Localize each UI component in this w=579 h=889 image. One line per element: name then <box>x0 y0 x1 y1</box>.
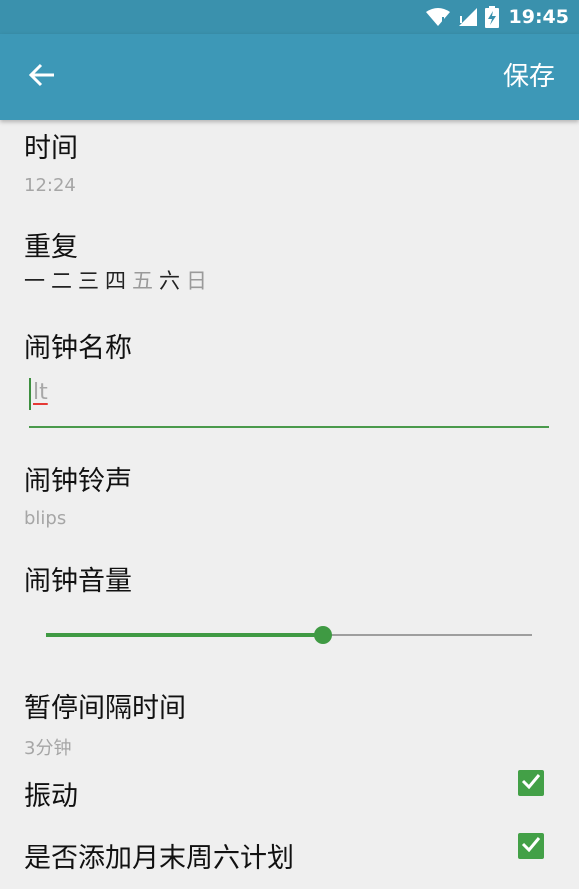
weekday-sat[interactable]: 六 <box>159 265 182 295</box>
slider-thumb[interactable] <box>314 626 333 644</box>
month-end-saturday-checkbox[interactable] <box>518 833 544 859</box>
volume-setting-title: 闹钟音量 <box>24 566 132 597</box>
vibrate-checkbox[interactable] <box>518 770 544 796</box>
text-caret <box>29 378 31 410</box>
time-setting-value[interactable]: 12:24 <box>24 175 76 196</box>
weekday-selector: 一 二 三 四 五 六 日 <box>24 265 209 295</box>
alarm-name-input[interactable]: lt <box>29 376 549 428</box>
volume-slider[interactable] <box>46 620 532 650</box>
checkmark-icon <box>521 836 541 856</box>
signal-icon <box>457 7 479 27</box>
ringtone-setting-value[interactable]: blips <box>24 508 66 529</box>
back-button[interactable] <box>22 57 62 97</box>
weekday-mon[interactable]: 一 <box>24 265 47 295</box>
save-button[interactable]: 保存 <box>503 56 555 93</box>
wifi-icon <box>425 7 451 27</box>
snooze-setting-title[interactable]: 暂停间隔时间 <box>24 686 186 725</box>
app-bar: 保存 <box>0 34 579 120</box>
time-setting-title[interactable]: 时间 <box>24 126 78 165</box>
checkmark-icon <box>521 773 541 793</box>
status-icons: 19:45 <box>425 0 569 34</box>
battery-charging-icon <box>484 6 499 28</box>
weekday-tue[interactable]: 二 <box>51 265 74 295</box>
alarm-name-title: 闹钟名称 <box>24 333 132 364</box>
weekday-sun[interactable]: 日 <box>186 265 209 295</box>
slider-fill <box>46 633 324 637</box>
status-time: 19:45 <box>508 6 569 28</box>
status-bar: 19:45 <box>0 0 579 34</box>
alarm-name-value: lt <box>33 380 48 405</box>
weekday-thu[interactable]: 四 <box>105 265 128 295</box>
month-end-saturday-title: 是否添加月末周六计划 <box>24 843 294 874</box>
weekday-wed[interactable]: 三 <box>78 265 101 295</box>
snooze-setting-value[interactable]: 3分钟 <box>24 734 71 760</box>
ringtone-setting-title[interactable]: 闹钟铃声 <box>24 459 132 498</box>
weekday-fri[interactable]: 五 <box>132 265 155 295</box>
vibrate-setting-title: 振动 <box>24 781 78 812</box>
arrow-left-icon <box>28 63 55 91</box>
repeat-setting-title[interactable]: 重复 <box>24 225 78 264</box>
